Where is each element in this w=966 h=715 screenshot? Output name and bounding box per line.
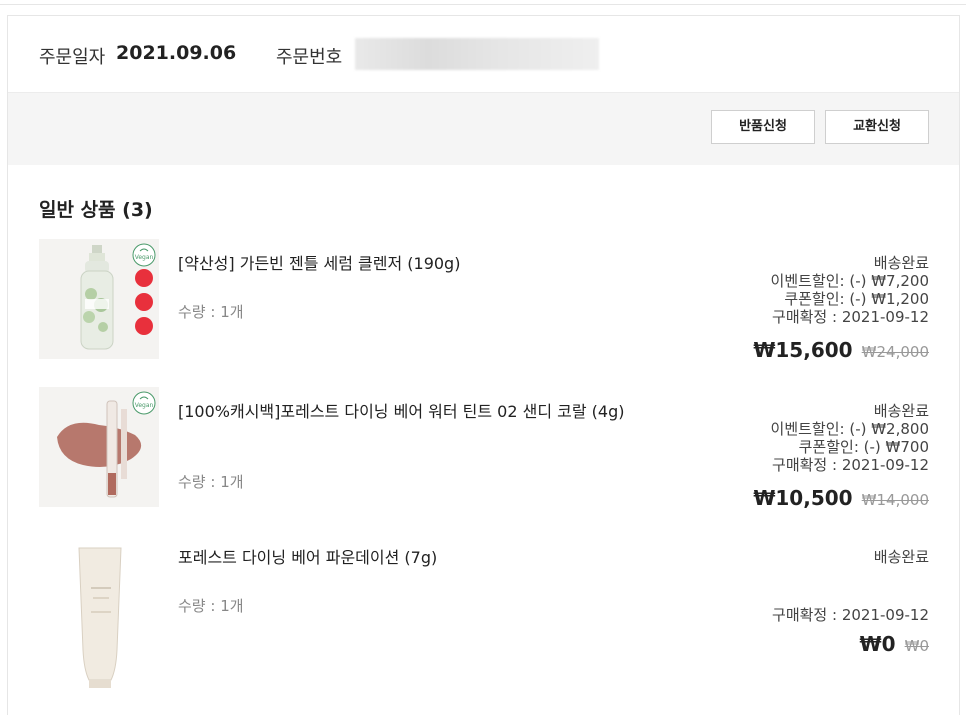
order-card: 주문일자 2021.09.06 주문번호 반품신청 교환신청 일반 상품 (3) [7,15,960,715]
original-price: ₩24,000 [861,343,929,361]
section-title: 일반 상품 (3) [39,199,153,221]
product-quantity: 수량 : 1개 [178,303,244,321]
order-item: Vegan [약산성] 가든빈 젠틀 세럼 클렌저 (190g) 수량 : 1개… [8,239,959,369]
delivery-status: 배송완료 [873,548,929,566]
order-item: Vegan [100%캐시백]포레스트 다이닝 베어 워터 틴트 02 샌디 코… [8,387,959,517]
vegan-badge-icon: Vegan [132,391,156,415]
promo-badge-icon [135,317,153,335]
product-quantity: 수량 : 1개 [178,597,244,615]
product-image[interactable]: Vegan [39,239,159,359]
coupon-discount: 쿠폰할인: (-) ₩1,200 [784,290,929,308]
vegan-badge-icon: Vegan [132,243,156,267]
original-price: ₩14,000 [861,491,929,509]
item-status-block: 배송완료 이벤트할인: (-) ₩7,200 쿠폰할인: (-) ₩1,200 … [771,254,929,326]
sale-price: ₩15,600 [753,338,853,362]
sale-price: ₩0 [859,632,896,656]
item-status-block: 배송완료 이벤트할인: (-) ₩2,800 쿠폰할인: (-) ₩700 구매… [771,402,929,474]
product-image[interactable] [39,540,159,690]
order-number-redacted [355,38,599,70]
purchase-confirm-date: 구매확정 : 2021-09-12 [772,456,929,474]
delivery-status: 배송완료 [873,254,929,272]
event-discount: 이벤트할인: (-) ₩2,800 [770,420,929,438]
action-bar: 반품신청 교환신청 [8,93,959,165]
price-block: ₩10,500 ₩14,000 [753,486,929,510]
original-price: ₩0 [904,637,929,655]
order-date-label: 주문일자 [39,47,106,68]
order-item: 포레스트 다이닝 베어 파운데이션 (7g) 수량 : 1개 배송완료 구매확정… [8,540,959,710]
product-name[interactable]: [약산성] 가든빈 젠틀 세럼 클렌저 (190g) [178,252,638,275]
foundation-tube-image [39,540,159,690]
item-confirm-block: 구매확정 : 2021-09-12 [772,606,929,624]
price-block: ₩15,600 ₩24,000 [753,338,929,362]
purchase-confirm-date: 구매확정 : 2021-09-12 [772,308,929,326]
event-discount: 이벤트할인: (-) ₩7,200 [770,272,929,290]
sale-price: ₩10,500 [753,486,853,510]
promo-badge-icon [135,269,153,287]
item-status-block: 배송완료 [874,548,929,566]
product-quantity: 수량 : 1개 [178,473,244,491]
promo-badge-icon [135,293,153,311]
product-image[interactable]: Vegan [39,387,159,507]
product-name[interactable]: [100%캐시백]포레스트 다이닝 베어 워터 틴트 02 샌디 코랄 (4g) [178,400,638,423]
return-request-button[interactable]: 반품신청 [711,110,815,144]
price-block: ₩0 ₩0 [860,632,929,656]
product-name[interactable]: 포레스트 다이닝 베어 파운데이션 (7g) [178,546,638,569]
purchase-confirm-date: 구매확정 : 2021-09-12 [772,606,929,624]
delivery-status: 배송완료 [873,402,929,420]
order-date-value: 2021.09.06 [116,42,237,64]
exchange-request-button[interactable]: 교환신청 [825,110,929,144]
order-number-label: 주문번호 [276,47,343,68]
svg-text:Vegan: Vegan [135,402,154,409]
top-divider [0,4,966,5]
order-header: 주문일자 2021.09.06 주문번호 [8,16,959,93]
svg-text:Vegan: Vegan [135,254,154,261]
coupon-discount: 쿠폰할인: (-) ₩700 [798,438,929,456]
